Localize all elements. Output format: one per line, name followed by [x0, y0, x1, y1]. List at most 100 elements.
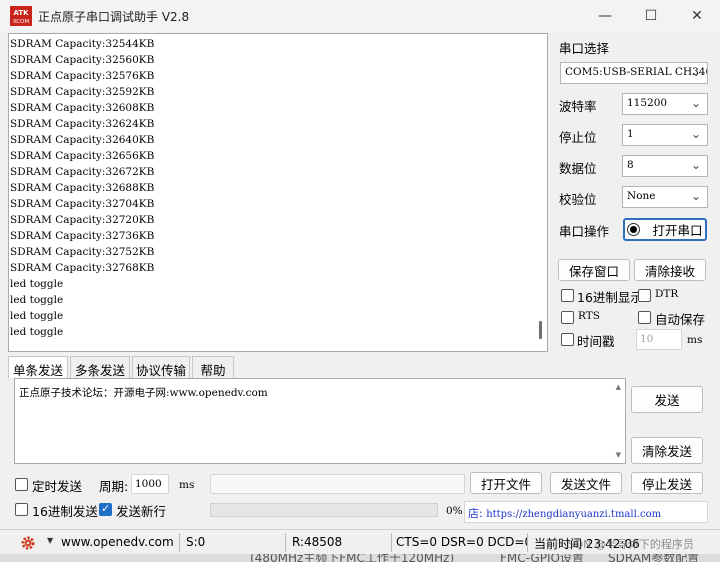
send-button[interactable]: 发送	[631, 386, 703, 413]
stop-send-button[interactable]: 停止发送	[631, 472, 703, 494]
send-file-button[interactable]: 发送文件	[550, 472, 622, 494]
tab-help[interactable]: 帮助	[192, 356, 234, 378]
baud-value: 115200	[627, 97, 668, 109]
port-select[interactable]: COM5:USB-SERIAL CH340 ⌄	[560, 62, 708, 84]
gear-icon[interactable]	[20, 535, 36, 551]
send-text: 正点原子技术论坛：开源电子网:www.openedv.com	[19, 387, 268, 399]
chevron-down-icon: ⌄	[690, 189, 701, 203]
hex-display-label: 16进制显示	[577, 290, 643, 305]
received-count: R:48508	[292, 533, 392, 552]
period-unit: ms	[179, 479, 195, 491]
clear-receive-label: 清除接收	[644, 263, 695, 279]
timestamp-input[interactable]: 10	[636, 329, 682, 350]
baud-select[interactable]: 115200 ⌄	[622, 93, 708, 115]
timestamp-unit: ms	[687, 334, 703, 346]
stop-send-label: 停止发送	[641, 476, 692, 492]
atk-logo-icon: ATK XCOM	[10, 6, 32, 26]
clear-send-button[interactable]: 清除发送	[631, 437, 703, 464]
hex-send-label: 16进制发送	[32, 504, 98, 519]
progress-percent: 0%	[446, 505, 463, 517]
port-label: 串口选择	[559, 41, 610, 56]
open-port-label: 打开串口	[652, 223, 703, 238]
receive-line: SDRAM Capacity:32688KB	[10, 182, 155, 194]
databits-value: 8	[627, 159, 634, 171]
send-newline-checkbox[interactable]	[99, 502, 112, 516]
chevron-down-icon: ⌄	[690, 158, 701, 172]
rts-label: RTS	[578, 310, 600, 322]
receive-line: SDRAM Capacity:32576KB	[10, 70, 155, 82]
window-title: 正点原子串口调试助手 V2.8	[38, 10, 190, 24]
tab-multi-send[interactable]: 多条发送	[70, 356, 130, 378]
parity-value: None	[627, 190, 656, 202]
timestamp-checkbox[interactable]	[561, 333, 574, 346]
receive-line: SDRAM Capacity:32672KB	[10, 166, 155, 178]
open-port-button[interactable]: 打开串口	[623, 218, 707, 241]
stopbits-value: 1	[627, 128, 634, 140]
receive-line: SDRAM Capacity:32768KB	[10, 262, 155, 274]
save-window-button[interactable]: 保存窗口	[558, 259, 630, 281]
receive-line: led toggle	[10, 326, 64, 338]
dtr-checkbox[interactable]	[638, 289, 651, 302]
parity-select[interactable]: None ⌄	[622, 186, 708, 208]
shop-url: https://zhengdianyuanzi.tmall.com	[486, 509, 662, 520]
period-input[interactable]: 1000	[131, 474, 169, 494]
tab-protocol[interactable]: 协议传输	[132, 356, 190, 378]
minimize-icon: —	[598, 8, 612, 24]
signal-status: CTS=0 DSR=0 DCD=0	[396, 533, 528, 552]
receive-line: led toggle	[10, 278, 64, 290]
hex-display-checkbox[interactable]	[561, 289, 574, 302]
tab-single-send[interactable]: 单条发送	[8, 356, 68, 378]
receive-line: SDRAM Capacity:32656KB	[10, 150, 155, 162]
receive-line: led toggle	[10, 310, 64, 322]
receive-line: SDRAM Capacity:32560KB	[10, 54, 155, 66]
shop-link[interactable]: 店: https://zhengdianyuanzi.tmall.com	[464, 501, 708, 523]
chevron-down-icon: ⌄	[690, 96, 701, 110]
scroll-down-icon[interactable]: ▼	[616, 451, 621, 459]
stopbits-select[interactable]: 1 ⌄	[622, 124, 708, 146]
maximize-button[interactable]: ☐	[628, 0, 674, 32]
close-icon: ✕	[691, 8, 703, 24]
open-file-label: 打开文件	[480, 476, 531, 492]
hex-send-checkbox[interactable]	[15, 503, 28, 516]
databits-label: 数据位	[559, 161, 597, 176]
parity-label: 校验位	[559, 192, 597, 207]
receive-line: SDRAM Capacity:32720KB	[10, 214, 155, 226]
scroll-up-icon[interactable]: ▲	[616, 383, 621, 391]
timed-send-checkbox[interactable]	[15, 478, 28, 491]
receive-textarea[interactable]: SDRAM Capacity:32544KB SDRAM Capacity:325…	[8, 33, 548, 352]
receive-line: SDRAM Capacity:32592KB	[10, 86, 155, 98]
timed-send-label: 定时发送	[32, 479, 83, 494]
operation-label: 串口操作	[559, 224, 610, 239]
databits-select[interactable]: 8 ⌄	[622, 155, 708, 177]
rts-checkbox[interactable]	[561, 311, 574, 324]
watermark: CSDN @半导体下的程序员	[560, 538, 694, 551]
receive-line: SDRAM Capacity:32608KB	[10, 102, 155, 114]
file-path-field[interactable]	[210, 474, 465, 494]
background-document-strip: (480MHz主频下FMC工作于120MHz) FMC-GPIO设置 SDRAM…	[0, 554, 720, 562]
minimize-button[interactable]: —	[582, 0, 628, 32]
chevron-down-icon: ⌄	[690, 127, 701, 141]
close-button[interactable]: ✕	[674, 0, 720, 32]
auto-save-label: 自动保存	[655, 312, 706, 327]
send-newline-label: 发送新行	[116, 504, 167, 519]
receive-line: SDRAM Capacity:32704KB	[10, 198, 155, 210]
dropdown-arrow-icon[interactable]: ▼	[47, 536, 53, 545]
bg-text-left: (480MHz主频下FMC工作于120MHz)	[250, 554, 455, 562]
clear-send-label: 清除发送	[641, 444, 692, 459]
website-link[interactable]: www.openedv.com	[58, 533, 180, 552]
open-file-button[interactable]: 打开文件	[470, 472, 542, 494]
send-label: 发送	[654, 393, 680, 408]
chevron-down-icon: ⌄	[690, 65, 701, 79]
auto-save-checkbox[interactable]	[638, 311, 651, 324]
port-status-icon	[627, 223, 641, 236]
save-window-label: 保存窗口	[568, 263, 619, 279]
receive-scrollbar[interactable]	[539, 321, 542, 339]
clear-receive-button[interactable]: 清除接收	[634, 259, 706, 281]
send-file-label: 发送文件	[560, 476, 611, 492]
receive-lines: SDRAM Capacity:32544KB SDRAM Capacity:325…	[10, 36, 154, 340]
receive-line: SDRAM Capacity:32752KB	[10, 246, 155, 258]
receive-line: SDRAM Capacity:32624KB	[10, 118, 155, 130]
send-textarea[interactable]: 正点原子技术论坛：开源电子网:www.openedv.com ▲ ▼	[14, 378, 626, 464]
send-progress-bar	[210, 503, 438, 517]
bg-text-right: SDRAM参数配置	[608, 554, 700, 562]
